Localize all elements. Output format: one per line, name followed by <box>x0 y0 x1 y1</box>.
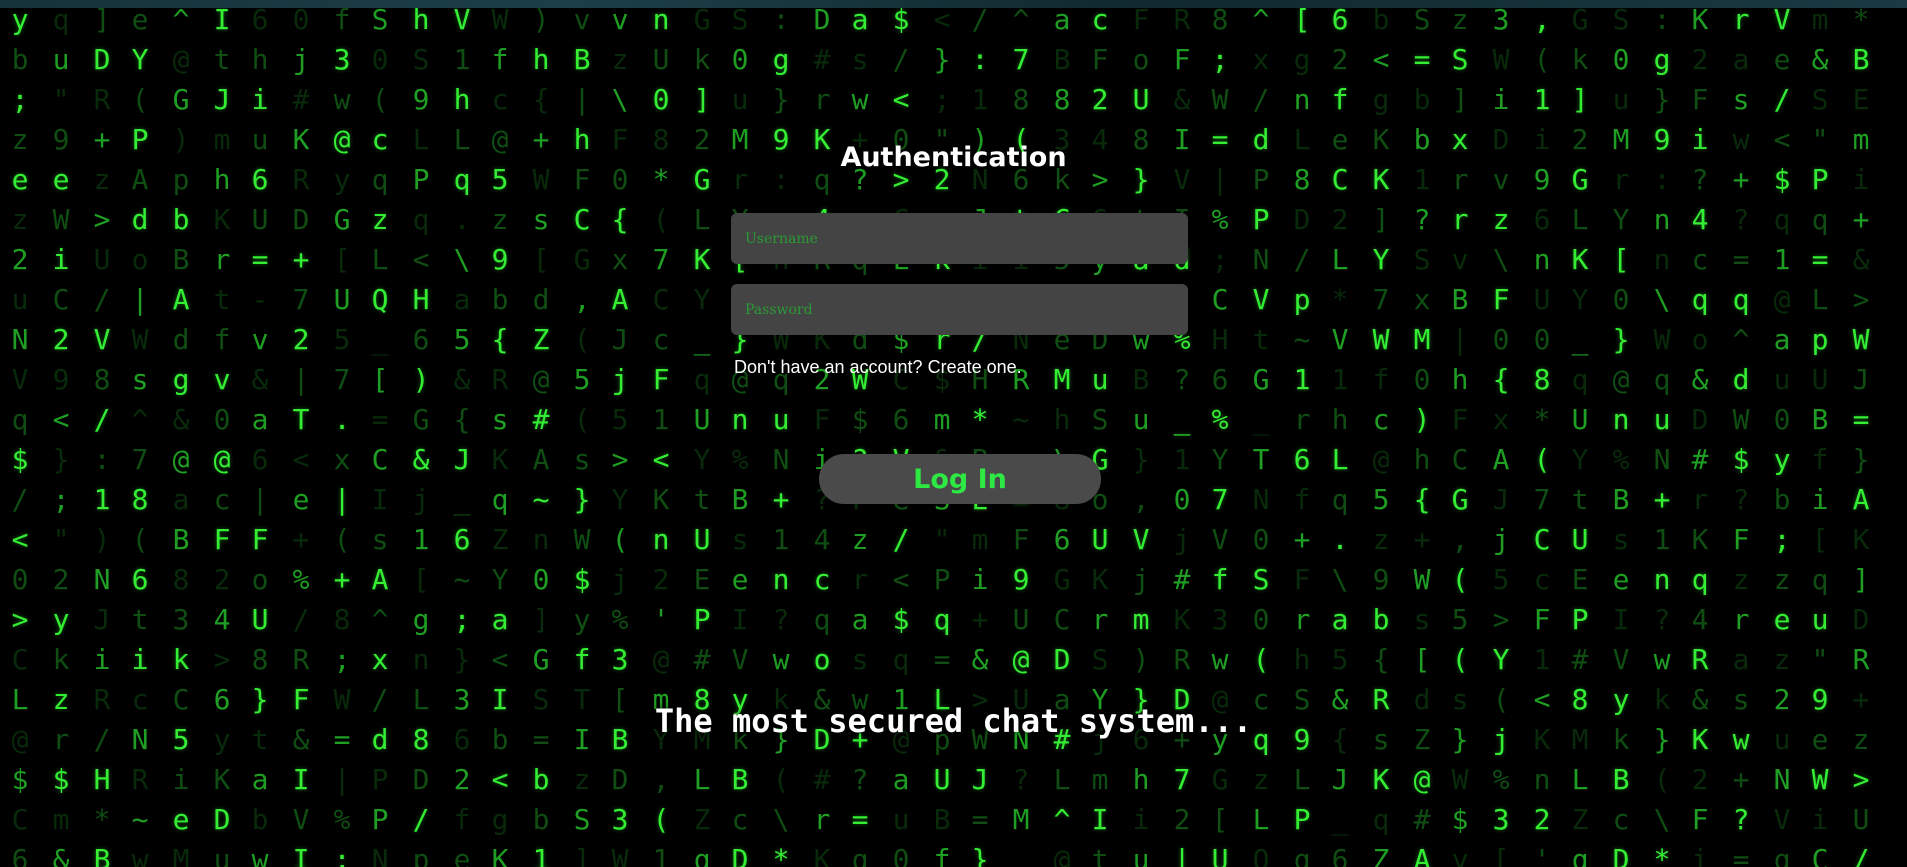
login-button[interactable]: Log In <box>819 454 1101 504</box>
create-account-link[interactable]: Don't have an account? Create one. <box>734 356 1022 378</box>
username-input[interactable] <box>731 213 1188 264</box>
auth-panel: Authentication Don't have an account? Cr… <box>0 0 1907 867</box>
tagline: The most secured chat system... <box>654 702 1253 740</box>
auth-title: Authentication <box>840 142 1067 173</box>
page: y b; z e z 2 u N Vq $ / <0 > C L @ $ C 6 q u " 9 e Wi C 2 9 <}; " 2 y k z… <box>0 0 1907 867</box>
password-input[interactable] <box>731 284 1188 335</box>
